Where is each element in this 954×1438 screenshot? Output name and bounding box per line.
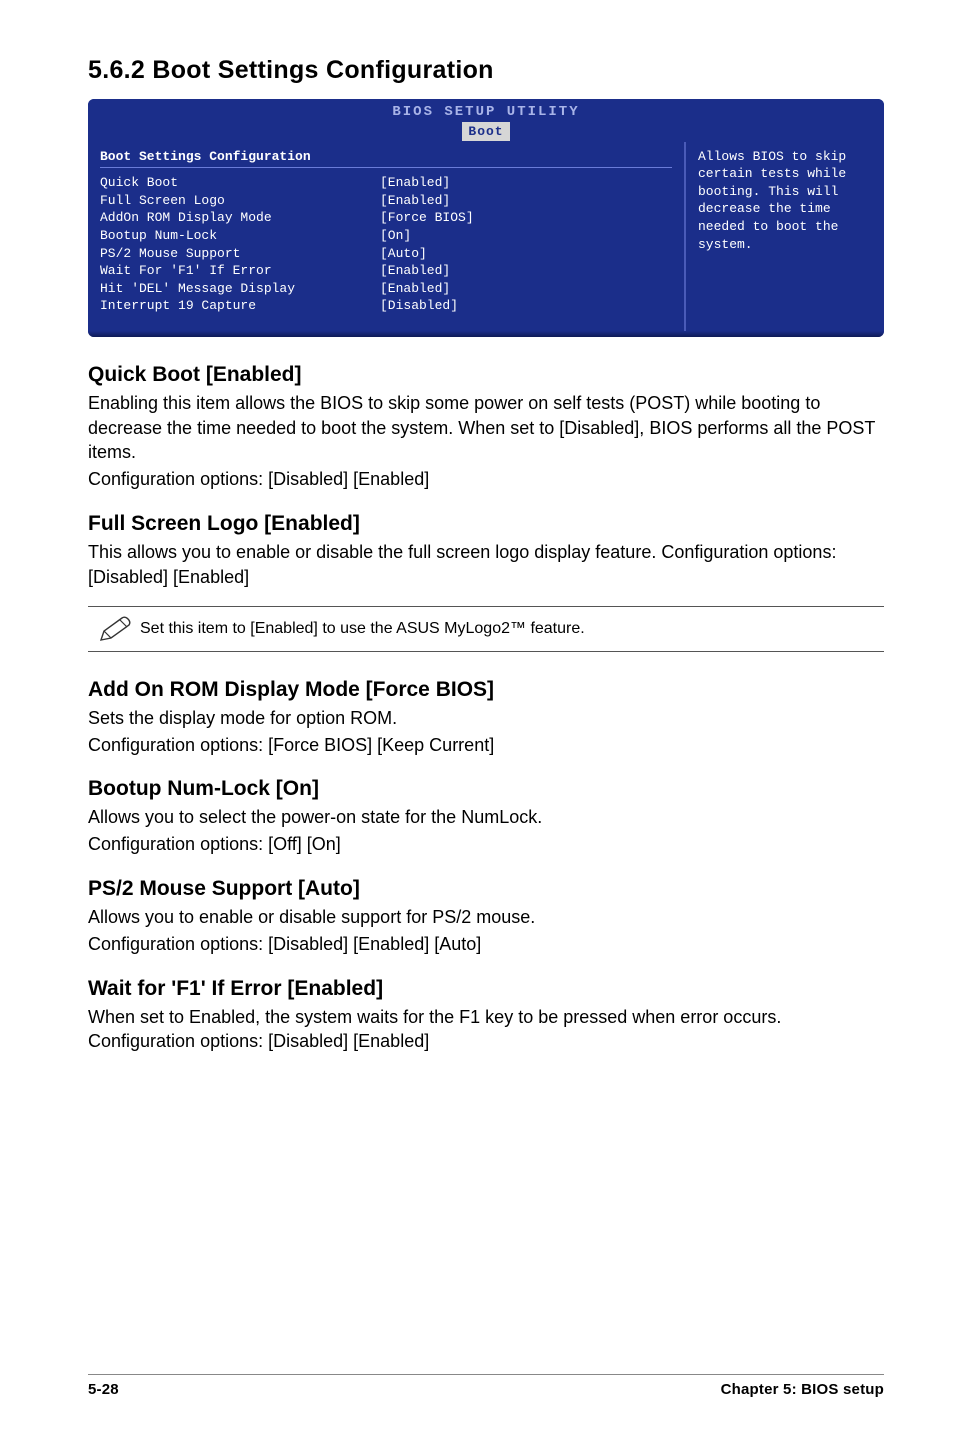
bios-setting-row[interactable]: AddOn ROM Display Mode [Force BIOS] <box>100 209 672 227</box>
bios-setting-label: Wait For 'F1' If Error <box>100 262 380 280</box>
subheading-wait-f1: Wait for 'F1' If Error [Enabled] <box>88 977 884 1001</box>
chapter-label: Chapter 5: BIOS setup <box>721 1381 884 1398</box>
body-text: Sets the display mode for option ROM. <box>88 706 884 731</box>
body-text: Configuration options: [Disabled] [Enabl… <box>88 932 884 957</box>
body-text: Allows you to enable or disable support … <box>88 905 884 930</box>
subheading-addon-rom: Add On ROM Display Mode [Force BIOS] <box>88 678 884 702</box>
bios-setting-value: [Disabled] <box>380 297 458 315</box>
bios-setting-label: Interrupt 19 Capture <box>100 297 380 315</box>
body-text: Configuration options: [Force BIOS] [Kee… <box>88 733 884 758</box>
bios-setting-label: PS/2 Mouse Support <box>100 245 380 263</box>
bios-setting-label: Hit 'DEL' Message Display <box>100 280 380 298</box>
bios-setting-label: AddOn ROM Display Mode <box>100 209 380 227</box>
body-text: Allows you to select the power-on state … <box>88 805 884 830</box>
bios-setting-value: [Force BIOS] <box>380 209 474 227</box>
bios-help-pane: Allows BIOS to skip certain tests while … <box>684 142 884 331</box>
subheading-ps2-mouse: PS/2 Mouse Support [Auto] <box>88 877 884 901</box>
bios-setting-label: Full Screen Logo <box>100 192 380 210</box>
bios-setting-row[interactable]: Hit 'DEL' Message Display [Enabled] <box>100 280 672 298</box>
bios-setting-row[interactable]: Quick Boot [Enabled] <box>100 174 672 192</box>
pencil-icon <box>92 615 140 643</box>
bios-setting-value: [Enabled] <box>380 280 450 298</box>
bios-title: BIOS SETUP UTILITY <box>392 104 579 120</box>
bios-header: BIOS SETUP UTILITY Boot <box>88 99 884 142</box>
subheading-full-screen-logo: Full Screen Logo [Enabled] <box>88 512 884 536</box>
bios-setting-label: Quick Boot <box>100 174 380 192</box>
bios-panel: BIOS SETUP UTILITY Boot Boot Settings Co… <box>88 99 884 337</box>
bios-tab-boot: Boot <box>462 122 509 142</box>
bios-setting-row[interactable]: Bootup Num-Lock [On] <box>100 227 672 245</box>
bios-setting-row[interactable]: Wait For 'F1' If Error [Enabled] <box>100 262 672 280</box>
body-text: Configuration options: [Disabled] [Enabl… <box>88 467 884 492</box>
bios-setting-label: Bootup Num-Lock <box>100 227 380 245</box>
note-text: Set this item to [Enabled] to use the AS… <box>140 620 880 638</box>
body-text: This allows you to enable or disable the… <box>88 540 884 590</box>
bios-divider <box>100 167 672 168</box>
page-footer: 5-28 Chapter 5: BIOS setup <box>88 1374 884 1398</box>
body-text: When set to Enabled, the system waits fo… <box>88 1005 884 1055</box>
body-text: Enabling this item allows the BIOS to sk… <box>88 391 884 465</box>
bios-setting-value: [Auto] <box>380 245 427 263</box>
bios-setting-row[interactable]: Interrupt 19 Capture [Disabled] <box>100 297 672 315</box>
subheading-quick-boot: Quick Boot [Enabled] <box>88 363 884 387</box>
subheading-numlock: Bootup Num-Lock [On] <box>88 777 884 801</box>
page-number: 5-28 <box>88 1381 119 1398</box>
bios-setting-value: [On] <box>380 227 411 245</box>
bios-setting-value: [Enabled] <box>380 262 450 280</box>
bios-setting-row[interactable]: Full Screen Logo [Enabled] <box>100 192 672 210</box>
bios-help-text: Allows BIOS to skip certain tests while … <box>698 149 846 252</box>
bios-setting-value: [Enabled] <box>380 192 450 210</box>
note-callout: Set this item to [Enabled] to use the AS… <box>88 606 884 652</box>
bios-settings-area: Boot Settings Configuration Quick Boot [… <box>88 142 684 331</box>
bios-setting-row[interactable]: PS/2 Mouse Support [Auto] <box>100 245 672 263</box>
section-heading: 5.6.2 Boot Settings Configuration <box>88 56 884 85</box>
body-text: Configuration options: [Off] [On] <box>88 832 884 857</box>
bios-section-title: Boot Settings Configuration <box>100 148 672 166</box>
bios-setting-value: [Enabled] <box>380 174 450 192</box>
